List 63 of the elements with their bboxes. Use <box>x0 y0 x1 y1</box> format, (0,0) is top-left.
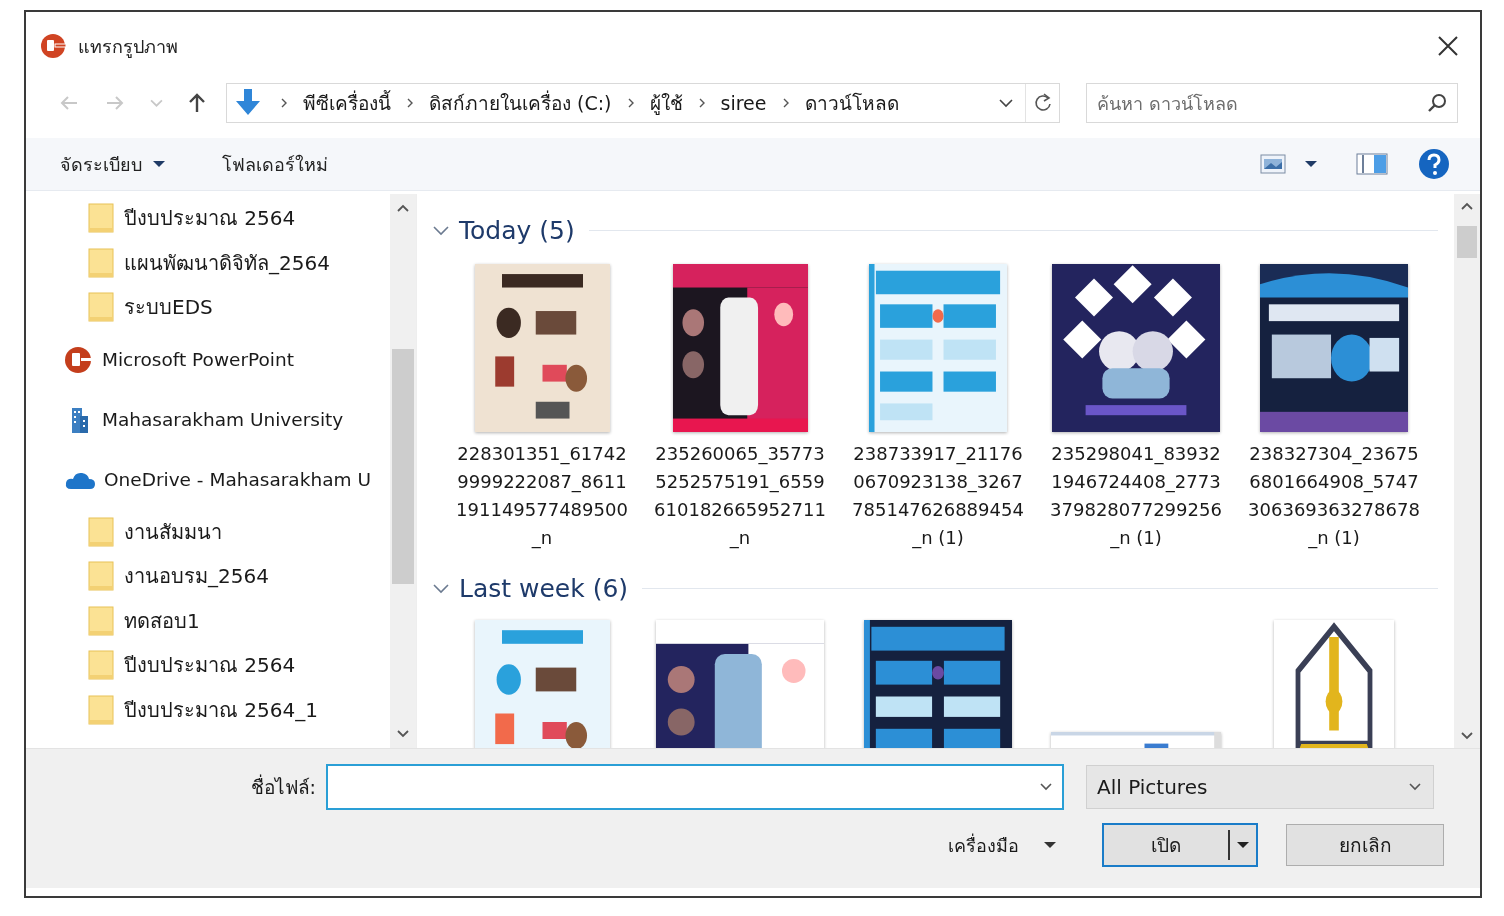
open-button[interactable]: เปิด <box>1102 823 1258 867</box>
chevron-down-icon <box>1407 781 1423 793</box>
file-name[interactable]: 235260065_357735252575191_6559610182665952711_n <box>652 440 828 552</box>
nav-pane-item[interactable]: แผนพัฒนาดิจิทัล_2564 <box>124 246 330 279</box>
caret-icon <box>1043 840 1057 850</box>
search-field[interactable]: ค้นหา ดาวน์โหลด <box>1086 83 1458 123</box>
nav-pane-item[interactable]: Microsoft PowerPoint <box>102 349 294 370</box>
scrollbar[interactable] <box>1454 194 1480 748</box>
breadcrumb-item[interactable]: ดาวน์โหลด <box>798 83 905 123</box>
caret-icon <box>1304 159 1318 169</box>
nav-pane-item[interactable]: ปีงบประมาณ 2564 <box>124 649 296 682</box>
window-title: แทรกรูปภาพ <box>78 34 179 60</box>
file-name[interactable]: 235298041_839321946724408_2773379828077299256_n (1) <box>1048 440 1224 552</box>
folder-icon <box>88 515 114 548</box>
group-header[interactable]: Today (5) <box>431 215 575 245</box>
folder-icon <box>88 202 114 235</box>
breadcrumb-item[interactable]: ผู้ใช้ <box>643 83 689 123</box>
image-icon <box>1260 153 1286 175</box>
nav-pane-item[interactable]: ปีงบประมาณ 2564 <box>124 202 296 235</box>
nav-pane-item[interactable]: ปีงบประมาณ 2564_1 <box>124 693 318 726</box>
file-name[interactable]: 238327304_236756801664908_5747306369363278678_n (1) <box>1246 440 1422 552</box>
scrollbar[interactable] <box>390 194 416 748</box>
nav-pane-item[interactable]: OneDrive - Mahasarakham U <box>104 469 371 490</box>
nav-pane-item[interactable]: Mahasarakham University <box>102 409 344 430</box>
group-header[interactable]: Last week (6) <box>431 573 629 603</box>
new-folder-button[interactable]: โฟลเดอร์ใหม่ <box>218 145 332 183</box>
folder-icon <box>88 291 114 324</box>
file-name[interactable]: 228301351_617429999222087_8611191149577489500_n <box>454 440 630 552</box>
nav-pane-item[interactable]: งานสัมมนา <box>124 515 222 548</box>
breadcrumb-item[interactable]: ดิสก์ภายในเครื่อง (C:) <box>423 83 618 123</box>
folder-icon <box>88 693 114 726</box>
file-type-dropdown[interactable]: All Pictures <box>1086 765 1434 809</box>
app-icon <box>40 32 68 60</box>
help-icon <box>1418 148 1450 180</box>
folder-icon <box>88 604 114 637</box>
chevron-down-icon <box>1038 781 1054 793</box>
chevron-down-icon <box>149 99 163 107</box>
scrollbar-thumb[interactable] <box>392 349 414 584</box>
breadcrumb-item[interactable]: siree <box>714 83 773 123</box>
folder-icon <box>88 649 114 682</box>
caret-icon <box>152 159 166 169</box>
chevron-down-icon <box>395 728 411 740</box>
file-name-field[interactable] <box>326 764 1064 810</box>
chevron-up-icon <box>1459 200 1475 212</box>
chevron-down-icon <box>1459 730 1475 742</box>
folder-icon <box>88 246 114 279</box>
breadcrumb-item[interactable]: พีซีเครื่องนี้ <box>297 83 397 123</box>
folder-icon <box>88 560 114 593</box>
nav-pane-item[interactable]: งานอบรม_2564 <box>124 560 269 593</box>
search-icon <box>1426 92 1448 114</box>
caret-icon <box>1236 840 1250 850</box>
cancel-button[interactable]: ยกเลิก <box>1286 824 1444 866</box>
scrollbar-thumb[interactable] <box>1457 226 1477 258</box>
file-name-label: ชื่อไฟล์: <box>249 773 317 800</box>
app-icon <box>64 344 94 375</box>
organize-menu[interactable]: จัดระเบียบ <box>56 145 170 183</box>
nav-pane-item[interactable]: ระบบEDS <box>124 291 213 324</box>
nav-pane-item[interactable]: ทดสอบ1 <box>124 604 200 637</box>
tools-menu[interactable]: เครื่องมือ <box>948 830 1074 860</box>
address-bar[interactable]: พีซีเครื่องนี้ ดิสก์ภายในเครื่อง (C:) ผู้ใช้ siree ดาวน์โหลด <box>226 83 1060 123</box>
chevron-up-icon <box>395 202 411 214</box>
pane-icon <box>1356 152 1388 176</box>
file-name[interactable]: 238733917_211760670923138_3267785147626889454_n (1) <box>850 440 1026 552</box>
